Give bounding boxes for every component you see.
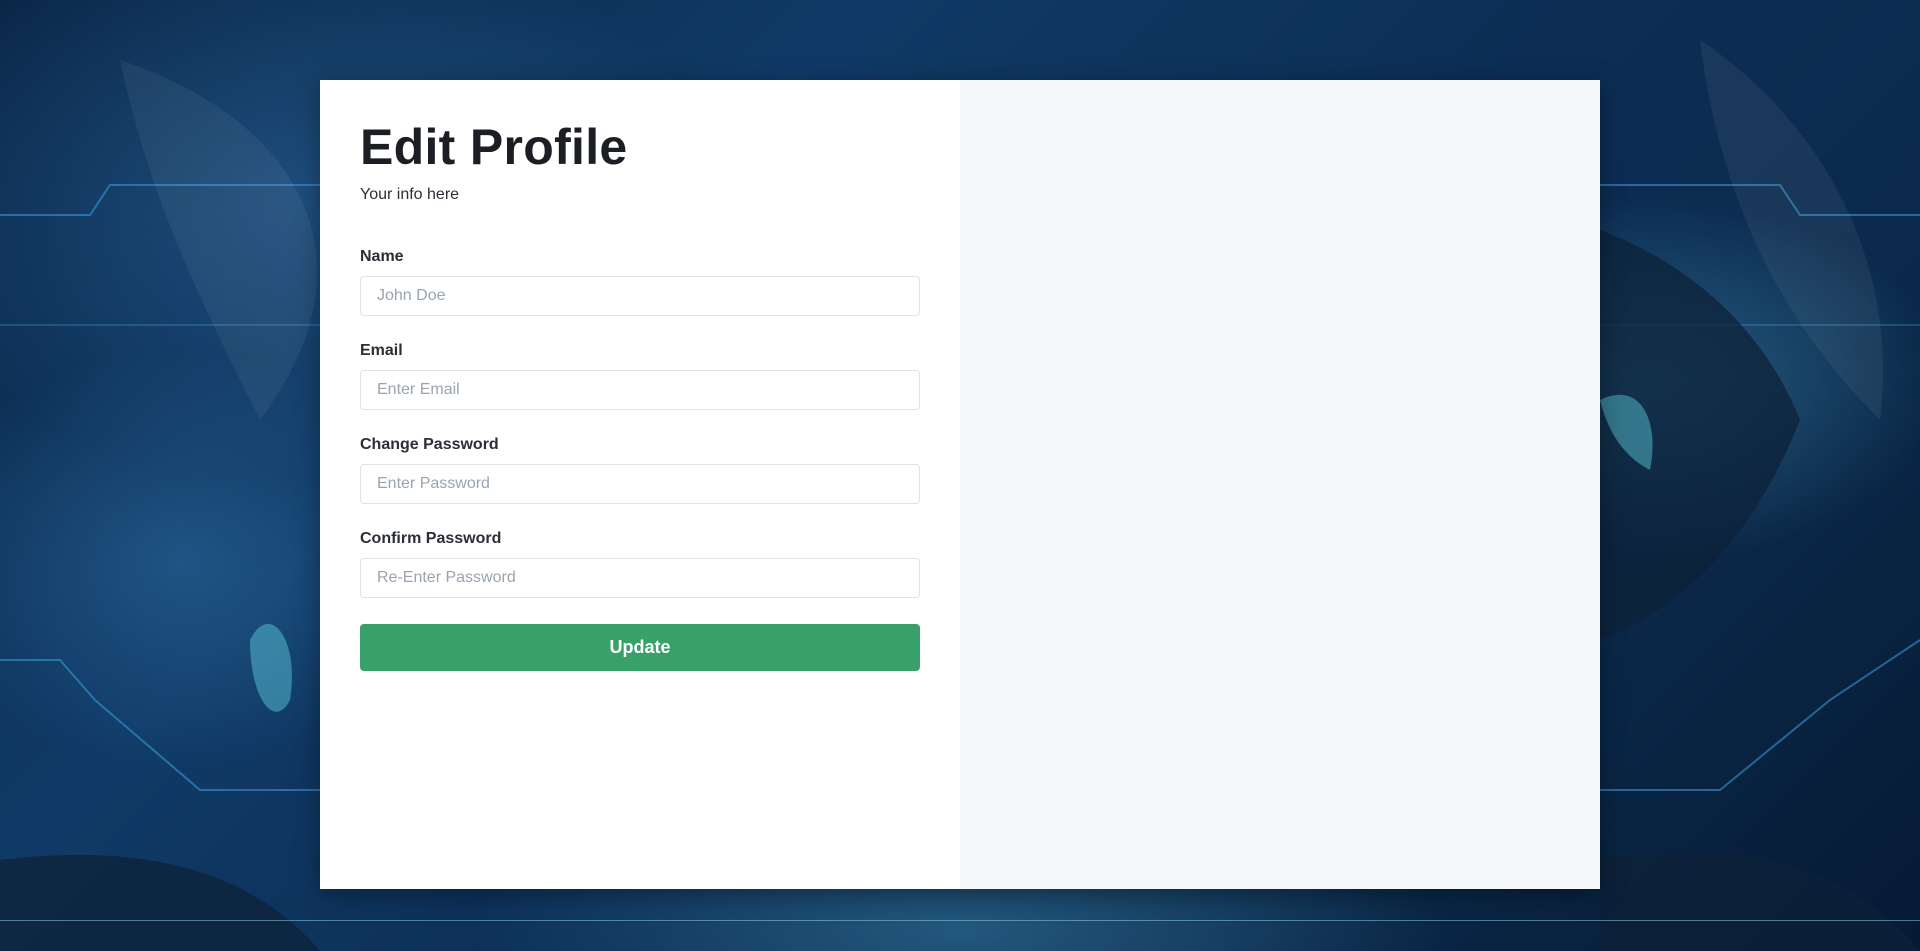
update-button[interactable]: Update — [360, 624, 920, 671]
edit-profile-card: Edit Profile Your info here Name Email C… — [320, 80, 1600, 889]
confirm-password-field-group: Confirm Password — [360, 530, 920, 598]
profile-form-panel: Edit Profile Your info here Name Email C… — [320, 80, 960, 889]
page-title: Edit Profile — [360, 119, 628, 175]
name-input[interactable] — [360, 276, 920, 316]
name-field-group: Name — [360, 248, 920, 316]
page-subtitle: Your info here — [360, 186, 460, 203]
change-password-input[interactable] — [360, 464, 920, 504]
confirm-password-input[interactable] — [360, 558, 920, 598]
email-input[interactable] — [360, 370, 920, 410]
email-label: Email — [360, 342, 403, 359]
confirm-password-label: Confirm Password — [360, 530, 502, 547]
change-password-field-group: Change Password — [360, 436, 920, 504]
side-panel — [960, 80, 1600, 889]
name-label: Name — [360, 248, 404, 265]
change-password-label: Change Password — [360, 436, 499, 453]
email-field-group: Email — [360, 342, 920, 410]
